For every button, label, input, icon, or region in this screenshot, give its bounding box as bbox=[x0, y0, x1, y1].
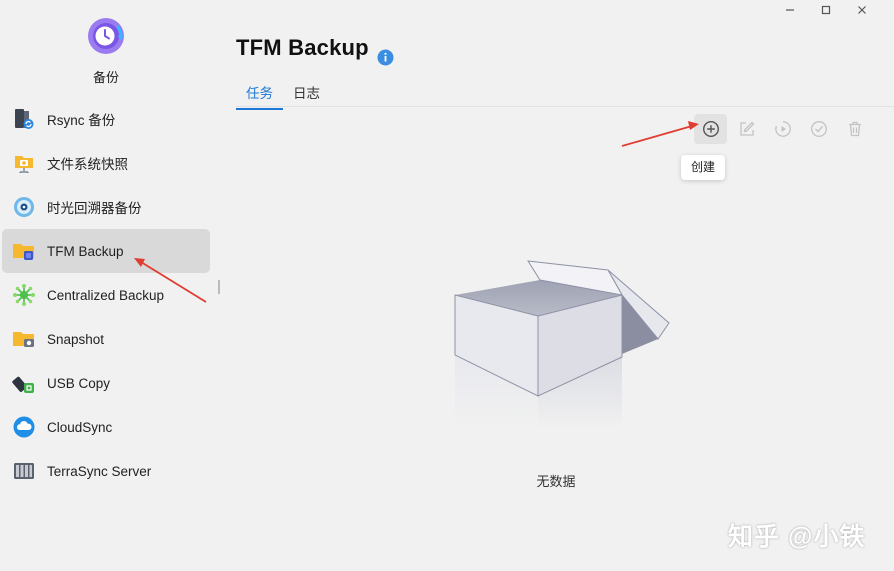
watermark: 知乎 @小铁 bbox=[728, 523, 866, 551]
info-icon[interactable] bbox=[377, 49, 394, 66]
sidebar-item-label: Snapshot bbox=[47, 331, 105, 347]
sidebar-item-usb-copy[interactable]: USB Copy bbox=[2, 361, 210, 405]
close-icon bbox=[858, 6, 866, 14]
sidebar: 备份 Rsync 备份 文件系统快照 时光回溯器备份 TFM Backup Ce… bbox=[0, 0, 214, 571]
sidebar-resize-handle[interactable] bbox=[218, 280, 220, 294]
sidebar-nav: Rsync 备份 文件系统快照 时光回溯器备份 TFM Backup Centr… bbox=[2, 97, 210, 493]
sidebar-item-centralized-backup[interactable]: Centralized Backup bbox=[2, 273, 210, 317]
terrasync-server-icon bbox=[12, 459, 36, 483]
sidebar-item-time-machine[interactable]: 时光回溯器备份 bbox=[2, 185, 210, 229]
check-button[interactable] bbox=[802, 114, 835, 144]
delete-icon bbox=[848, 121, 861, 137]
sidebar-item-filesystem-snapshot[interactable]: 文件系统快照 bbox=[2, 141, 210, 185]
sidebar-item-rsync[interactable]: Rsync 备份 bbox=[2, 97, 210, 141]
create-tooltip: 创建 bbox=[681, 155, 726, 180]
run-icon bbox=[774, 121, 791, 137]
close-button[interactable] bbox=[844, 3, 880, 17]
sidebar-item-cloudsync[interactable]: CloudSync bbox=[2, 405, 210, 449]
centralized-backup-icon bbox=[12, 283, 36, 307]
sidebar-item-terrasync-server[interactable]: TerraSync Server bbox=[2, 449, 210, 493]
sidebar-item-tfm-backup[interactable]: TFM Backup bbox=[2, 229, 210, 273]
app-name: 备份 bbox=[92, 70, 119, 85]
snapshot-folder-icon bbox=[12, 327, 36, 351]
sidebar-item-label: CloudSync bbox=[47, 419, 113, 435]
minimize-button[interactable] bbox=[772, 3, 808, 17]
filesystem-snapshot-icon bbox=[12, 151, 36, 175]
create-icon bbox=[702, 120, 719, 138]
delete-button[interactable] bbox=[838, 114, 871, 144]
backup-app-logo-icon bbox=[84, 14, 128, 58]
edit-icon bbox=[739, 121, 754, 136]
sidebar-item-label: 文件系统快照 bbox=[47, 157, 128, 172]
edit-button[interactable] bbox=[730, 114, 763, 144]
empty-box-illustration bbox=[440, 250, 680, 435]
minimize-icon bbox=[786, 9, 794, 11]
time-machine-icon bbox=[12, 195, 36, 219]
sidebar-item-label: USB Copy bbox=[47, 375, 111, 391]
sidebar-item-label: TFM Backup bbox=[47, 243, 124, 259]
window-controls bbox=[772, 3, 880, 17]
page-title: TFM Backup bbox=[236, 35, 369, 60]
sidebar-item-snapshot[interactable]: Snapshot bbox=[2, 317, 210, 361]
sidebar-item-label: TerraSync Server bbox=[47, 463, 152, 479]
maximize-icon bbox=[821, 5, 831, 15]
check-icon bbox=[810, 121, 827, 137]
cloudsync-icon bbox=[12, 415, 36, 439]
run-button[interactable] bbox=[766, 114, 799, 144]
sidebar-item-label: 时光回溯器备份 bbox=[47, 201, 142, 216]
task-toolbar bbox=[694, 114, 874, 144]
sidebar-item-label: Rsync 备份 bbox=[47, 113, 116, 128]
create-button[interactable] bbox=[694, 114, 727, 144]
usb-copy-icon bbox=[12, 371, 36, 395]
sidebar-item-label: Centralized Backup bbox=[47, 287, 165, 303]
tfm-backup-folder-icon bbox=[12, 239, 36, 263]
rsync-server-icon bbox=[12, 107, 36, 131]
empty-state-text: 无数据 bbox=[536, 474, 576, 489]
maximize-button[interactable] bbox=[808, 3, 844, 17]
tab-divider bbox=[236, 106, 894, 107]
annotation-arrow-create bbox=[621, 121, 699, 147]
